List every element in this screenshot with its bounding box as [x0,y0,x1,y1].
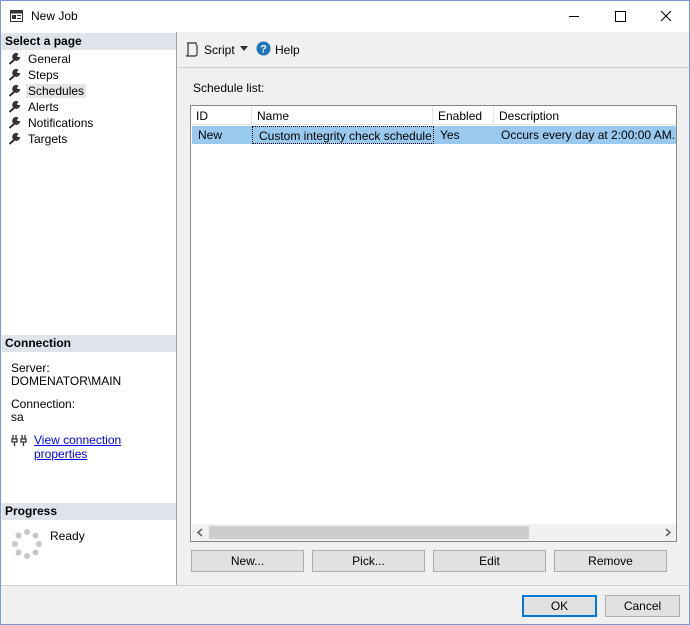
schedule-list[interactable]: ID Name Enabled Description New Custom i… [190,105,677,542]
maximize-button[interactable] [597,1,643,32]
toolbar: Script ? Help [178,32,689,68]
sidebar-item-label: General [28,52,71,66]
schedule-list-label: Schedule list: [193,81,265,95]
new-schedule-button[interactable]: New... [191,550,304,572]
ok-button[interactable]: OK [522,595,597,617]
connection-label: Connection: [11,397,76,411]
remove-schedule-button[interactable]: Remove [554,550,667,572]
column-header-enabled[interactable]: Enabled [433,106,494,125]
close-icon [660,10,672,22]
minimize-icon [569,16,579,17]
connection-value: sa [11,410,24,424]
svg-text:?: ? [260,44,267,56]
sidebar-item-label: Schedules [26,84,87,98]
maximize-icon [615,11,626,22]
wrench-icon [8,101,21,113]
progress-spinner-icon [12,529,42,559]
help-icon: ? [256,41,271,56]
dialog-footer: OK Cancel [1,585,689,624]
wrench-icon [8,69,21,81]
column-header-description[interactable]: Description [494,106,676,125]
connection-heading: Connection [2,335,176,352]
server-value: DOMENATOR\MAIN [11,374,122,388]
cell-enabled: Yes [440,128,460,142]
sidebar-item-steps[interactable]: Steps [8,67,168,83]
sidebar-item-label: Targets [28,132,68,146]
wrench-icon [8,85,21,97]
sidebar-item-alerts[interactable]: Alerts [8,99,168,115]
new-job-window: New Job Select a page General Steps Sche… [0,0,690,625]
wrench-icon [8,117,21,129]
job-window-icon [10,10,23,22]
pick-schedule-button[interactable]: Pick... [312,550,425,572]
server-label: Server: [11,361,50,375]
plug-icon [11,435,27,446]
table-row[interactable]: New Custom integrity check schedule Yes … [192,126,676,144]
scroll-right-icon[interactable] [659,524,676,541]
wrench-icon [8,53,21,65]
sidebar-item-label: Alerts [28,100,59,114]
window-title: New Job [31,9,78,23]
schedules-page: Script ? Help Schedule list: ID Name Ena… [178,32,689,585]
sidebar-item-label: Steps [28,68,59,82]
script-dropdown-arrow-icon[interactable] [240,46,248,51]
script-icon [185,42,198,57]
cancel-button[interactable]: Cancel [605,595,680,617]
help-label: Help [275,43,300,57]
select-page-heading: Select a page [2,33,176,50]
scroll-thumb[interactable] [209,526,529,539]
sidebar-item-notifications[interactable]: Notifications [8,115,168,131]
sidebar-item-schedules[interactable]: Schedules [8,83,168,99]
close-button[interactable] [643,1,689,32]
wrench-icon [8,133,21,145]
cell-name: Custom integrity check schedule [252,126,434,144]
sidebar-item-general[interactable]: General [8,51,168,67]
horizontal-scrollbar[interactable] [192,524,676,541]
column-header-name[interactable]: Name [252,106,433,125]
progress-status: Ready [50,529,85,543]
cell-id: New [198,128,223,142]
sidebar-item-targets[interactable]: Targets [8,131,168,147]
column-header-id[interactable]: ID [191,106,252,125]
sidebar-item-label: Notifications [28,116,94,130]
schedule-list-header: ID Name Enabled Description [191,106,676,125]
scroll-left-icon[interactable] [192,524,209,541]
progress-heading: Progress [2,503,176,520]
edit-schedule-button[interactable]: Edit [433,550,546,572]
minimize-button[interactable] [551,1,597,32]
cell-description: Occurs every day at 2:00:00 AM. Sch [501,128,676,142]
script-label: Script [204,43,235,57]
title-bar: New Job [1,1,689,32]
left-pane: Select a page General Steps Schedules Al… [2,32,177,585]
view-connection-properties-link[interactable]: View connection properties [34,433,176,461]
